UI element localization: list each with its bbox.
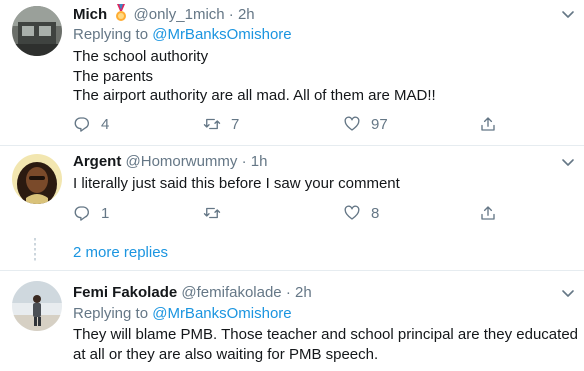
tweet-text: I literally just said this before I saw …: [73, 174, 573, 194]
heart-icon: [344, 205, 360, 220]
reply-icon: [74, 117, 89, 132]
tweet-line: They will blame PMB. Those teacher and s…: [73, 326, 578, 343]
replying-prefix: Replying to: [73, 26, 149, 43]
avatar-image: [12, 154, 62, 204]
timestamp[interactable]: 1h: [251, 153, 268, 170]
reply-button[interactable]: 4: [73, 114, 109, 134]
handle[interactable]: @only_1mich: [134, 6, 225, 23]
share-icon: [481, 117, 495, 131]
tweet-text: The school authority The parents The air…: [73, 47, 573, 106]
tweet-text: They will blame PMB. Those teacher and s…: [73, 325, 578, 364]
display-name[interactable]: Femi Fakolade: [73, 284, 177, 301]
separator: ·: [285, 284, 291, 301]
tweet-header: Mich @only_1mich · 2h: [73, 4, 255, 24]
timestamp[interactable]: 2h: [238, 6, 255, 23]
avatar[interactable]: [12, 281, 62, 331]
like-count: 8: [371, 204, 380, 222]
heart-icon: [344, 116, 360, 131]
share-button[interactable]: [479, 203, 497, 223]
retweet-icon: [203, 118, 221, 130]
chevron-down-icon[interactable]: [560, 6, 576, 22]
tweet-header: Argent @Homorwummy · 1h: [73, 152, 267, 172]
reply-button[interactable]: 1: [73, 203, 109, 223]
tweet-actions: 4 7 97: [73, 114, 513, 134]
replying-to: Replying to @MrBanksOmishore: [73, 25, 292, 45]
display-name[interactable]: Argent: [73, 153, 121, 170]
avatar-image: [12, 281, 62, 331]
mention-link[interactable]: @MrBanksOmishore: [152, 26, 291, 43]
display-name[interactable]: Mich: [73, 6, 107, 23]
like-button[interactable]: 97: [343, 114, 388, 134]
like-count: 97: [371, 115, 388, 133]
tweet-argent[interactable]: Argent @Homorwummy · 1h I literally just…: [0, 146, 584, 230]
tweet-line: I literally just said this before I saw …: [73, 175, 400, 192]
share-button[interactable]: [479, 114, 497, 134]
tweet-mich[interactable]: Mich @only_1mich · 2h Replying to @MrBan…: [0, 0, 584, 145]
replying-to: Replying to @MrBanksOmishore: [73, 304, 292, 324]
like-button[interactable]: 8: [343, 203, 379, 223]
reply-count: 1: [101, 204, 110, 222]
share-icon: [481, 206, 495, 220]
tweet-actions: 1 8: [73, 203, 513, 223]
thread-connector: [34, 238, 36, 262]
avatar[interactable]: [12, 154, 62, 204]
tweet-femi-fakolade[interactable]: Femi Fakolade @femifakolade · 2h Replyin…: [0, 271, 584, 371]
handle[interactable]: @Homorwummy: [126, 153, 238, 170]
chevron-down-icon[interactable]: [560, 285, 576, 301]
reply-icon: [74, 206, 89, 221]
handle[interactable]: @femifakolade: [181, 284, 281, 301]
avatar-image: [12, 6, 62, 56]
retweet-button[interactable]: 7: [203, 114, 239, 134]
timestamp[interactable]: 2h: [295, 284, 312, 301]
tweet-line: at all or they are also waiting for PMB …: [73, 345, 379, 363]
replying-prefix: Replying to: [73, 305, 149, 322]
separator: ·: [228, 6, 234, 23]
tweet-header: Femi Fakolade @femifakolade · 2h: [73, 283, 312, 303]
retweet-button[interactable]: [203, 203, 231, 223]
reply-count: 4: [101, 115, 110, 133]
chevron-down-icon[interactable]: [560, 154, 576, 170]
retweet-count: 7: [231, 115, 240, 133]
more-replies-link[interactable]: 2 more replies: [73, 243, 168, 263]
retweet-icon: [203, 207, 221, 219]
tweet-line: The airport authority are all mad. All o…: [73, 87, 436, 104]
mention-link[interactable]: @MrBanksOmishore: [152, 305, 291, 322]
tweet-line: The parents: [73, 67, 154, 85]
tweet-line: The school authority: [73, 48, 209, 65]
avatar[interactable]: [12, 6, 62, 56]
separator: ·: [241, 153, 247, 170]
